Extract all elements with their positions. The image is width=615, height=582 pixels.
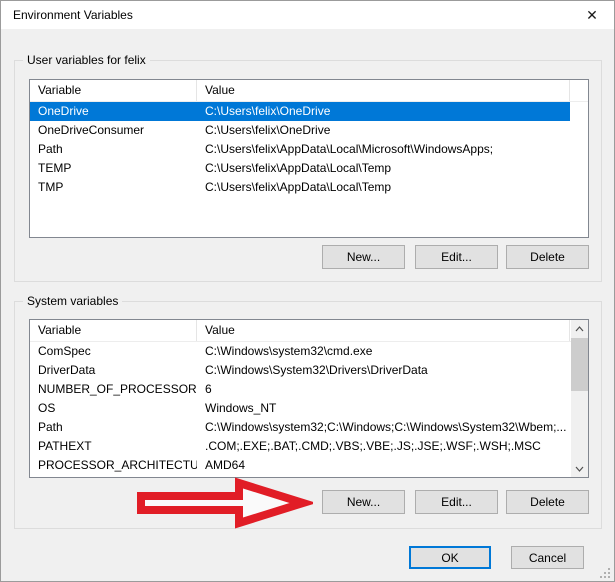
cell-value: 6 xyxy=(197,380,571,399)
cell-value: C:\Windows\system32;C:\Windows;C:\Window… xyxy=(197,418,571,437)
table-row[interactable]: DriverData C:\Windows\System32\Drivers\D… xyxy=(30,361,571,380)
cell-value: Windows_NT xyxy=(197,399,571,418)
cell-variable: OS xyxy=(30,399,197,418)
cell-value: C:\Users\felix\AppData\Local\Temp xyxy=(197,178,570,197)
window-titlebar[interactable]: Environment Variables ✕ xyxy=(1,1,614,29)
cell-variable: TMP xyxy=(30,178,197,197)
cancel-button[interactable]: Cancel xyxy=(511,546,584,569)
cell-value: .COM;.EXE;.BAT;.CMD;.VBS;.VBE;.JS;.JSE;.… xyxy=(197,437,571,456)
table-row[interactable]: PATHEXT .COM;.EXE;.BAT;.CMD;.VBS;.VBE;.J… xyxy=(30,437,571,456)
user-variables-table[interactable]: Variable Value OneDrive C:\Users\felix\O… xyxy=(29,79,589,238)
cell-value: C:\Users\felix\AppData\Local\Temp xyxy=(197,159,570,178)
close-icon: ✕ xyxy=(586,7,598,24)
cell-value: C:\Windows\system32\cmd.exe xyxy=(197,342,571,361)
system-column-header-value[interactable]: Value xyxy=(197,320,570,341)
system-column-header-variable[interactable]: Variable xyxy=(30,320,197,341)
scroll-up-button[interactable] xyxy=(571,320,588,337)
cell-variable: OneDrive xyxy=(30,102,197,121)
vertical-scrollbar[interactable] xyxy=(571,320,588,477)
close-button[interactable]: ✕ xyxy=(572,1,612,29)
user-column-header-variable[interactable]: Variable xyxy=(30,80,197,101)
cell-variable: OneDriveConsumer xyxy=(30,121,197,140)
ok-button[interactable]: OK xyxy=(409,546,491,569)
scrollbar-thumb[interactable] xyxy=(571,338,588,391)
system-table-header: Variable Value xyxy=(30,320,588,342)
cell-variable: TEMP xyxy=(30,159,197,178)
user-delete-button[interactable]: Delete xyxy=(506,245,589,269)
system-variables-table[interactable]: Variable Value ComSpec C:\Windows\system… xyxy=(29,319,589,478)
system-variables-group-label: System variables xyxy=(23,294,122,308)
chevron-down-icon xyxy=(575,466,584,472)
cell-value: C:\Users\felix\OneDrive xyxy=(197,102,570,121)
table-row[interactable]: OS Windows_NT xyxy=(30,399,571,418)
table-row[interactable]: TMP C:\Users\felix\AppData\Local\Temp xyxy=(30,178,570,197)
cell-variable: NUMBER_OF_PROCESSORS xyxy=(30,380,197,399)
cell-variable: Path xyxy=(30,418,197,437)
cell-value: C:\Users\felix\OneDrive xyxy=(197,121,570,140)
table-row[interactable]: TEMP C:\Users\felix\AppData\Local\Temp xyxy=(30,159,570,178)
scroll-down-button[interactable] xyxy=(571,460,588,477)
cell-variable: DriverData xyxy=(30,361,197,380)
system-delete-button[interactable]: Delete xyxy=(506,490,589,514)
cell-variable: PATHEXT xyxy=(30,437,197,456)
user-column-header-value[interactable]: Value xyxy=(197,80,570,101)
table-row[interactable]: Path C:\Windows\system32;C:\Windows;C:\W… xyxy=(30,418,571,437)
system-edit-button[interactable]: Edit... xyxy=(415,490,498,514)
table-row[interactable]: Path C:\Users\felix\AppData\Local\Micros… xyxy=(30,140,570,159)
user-variables-group-label: User variables for felix xyxy=(23,53,150,67)
cell-variable: ComSpec xyxy=(30,342,197,361)
cell-value: C:\Users\felix\AppData\Local\Microsoft\W… xyxy=(197,140,570,159)
user-edit-button[interactable]: Edit... xyxy=(415,245,498,269)
user-new-button[interactable]: New... xyxy=(322,245,405,269)
user-table-header: Variable Value xyxy=(30,80,588,102)
table-row[interactable]: OneDriveConsumer C:\Users\felix\OneDrive xyxy=(30,121,570,140)
cell-variable: PROCESSOR_ARCHITECTURE xyxy=(30,456,197,475)
cell-value: C:\Windows\System32\Drivers\DriverData xyxy=(197,361,571,380)
environment-variables-dialog: Environment Variables ✕ User variables f… xyxy=(0,0,615,582)
cell-value: AMD64 xyxy=(197,456,571,475)
table-row[interactable]: NUMBER_OF_PROCESSORS 6 xyxy=(30,380,571,399)
resize-grip[interactable] xyxy=(598,566,611,579)
system-new-button[interactable]: New... xyxy=(322,490,405,514)
table-row[interactable]: PROCESSOR_ARCHITECTURE AMD64 xyxy=(30,456,571,475)
table-row[interactable]: ComSpec C:\Windows\system32\cmd.exe xyxy=(30,342,571,361)
chevron-up-icon xyxy=(575,326,584,332)
cell-variable: Path xyxy=(30,140,197,159)
window-title: Environment Variables xyxy=(13,8,133,22)
table-row[interactable]: OneDrive C:\Users\felix\OneDrive xyxy=(30,102,570,121)
